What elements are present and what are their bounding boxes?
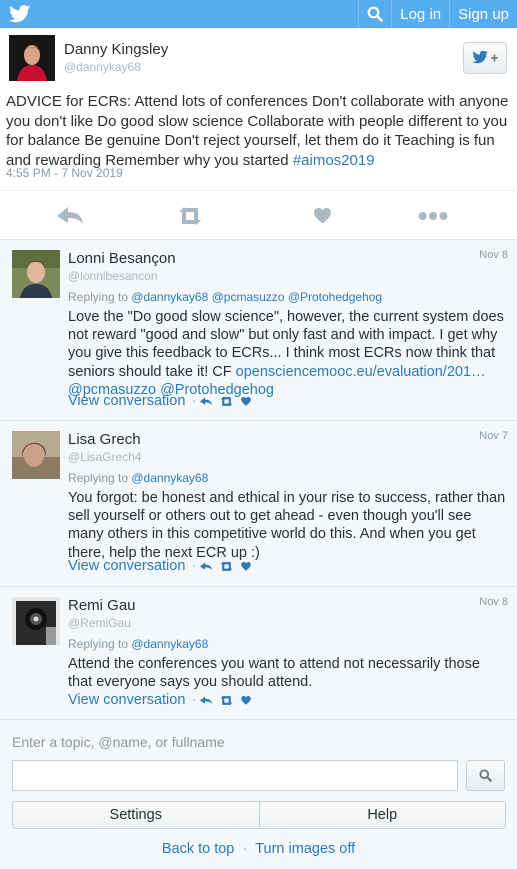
retweet-mini-icon[interactable] — [220, 396, 233, 407]
reply-mini-icon[interactable] — [200, 396, 213, 406]
reply-avatar[interactable] — [12, 250, 60, 298]
view-conversation-link[interactable]: View conversation — [68, 692, 185, 708]
back-to-top-link[interactable]: Back to top — [162, 841, 235, 857]
reply-avatar[interactable] — [12, 431, 60, 479]
reply-author-name[interactable]: Lisa Grech — [68, 431, 141, 448]
follow-button[interactable] — [463, 42, 507, 74]
search-input[interactable] — [12, 760, 458, 791]
replying-to: Replying to @dannykay68 — [68, 637, 208, 651]
retweet-icon[interactable] — [178, 205, 202, 227]
footer-separator: · — [242, 841, 248, 857]
reply-mentions[interactable]: @dannykay68 @pcmasuzzo @Protohedgehog — [131, 290, 382, 304]
reply-avatar[interactable] — [12, 597, 60, 645]
reply-author-name[interactable]: Remi Gau — [68, 597, 136, 614]
reply-text: Love the "Do good slow science", however… — [68, 308, 508, 399]
replying-to: Replying to @dannykay68 @pcmasuzzo @Prot… — [68, 290, 382, 304]
like-mini-icon[interactable] — [241, 695, 252, 705]
replying-prefix: Replying to — [68, 471, 132, 485]
retweet-mini-icon[interactable] — [220, 561, 233, 572]
settings-help-bar: Settings Help — [12, 801, 506, 829]
search-button[interactable] — [466, 760, 505, 791]
settings-button[interactable]: Settings — [13, 802, 259, 828]
tweet-text: ADVICE for ECRs: Attend lots of conferen… — [6, 92, 511, 170]
author-name[interactable]: Danny Kingsley — [64, 41, 168, 58]
reply-item: Lisa Grech @LisaGrech4 Nov 7 Replying to… — [0, 421, 517, 587]
view-conversation-link[interactable]: View conversation — [68, 393, 185, 409]
reply-author-handle[interactable]: @LisaGrech4 — [68, 450, 142, 464]
reply-date[interactable]: Nov 8 — [479, 596, 508, 608]
login-link[interactable]: Log in — [391, 0, 449, 28]
replying-to: Replying to @dannykay68 — [68, 471, 208, 485]
top-navigation-bar: Log in Sign up — [0, 0, 517, 28]
like-mini-icon[interactable] — [241, 396, 252, 406]
more-icon[interactable] — [418, 205, 448, 227]
reply-date[interactable]: Nov 8 — [479, 249, 508, 261]
author-avatar[interactable] — [9, 35, 55, 81]
reply-url-link[interactable]: opensciencemooc.eu/evaluation/201… — [236, 364, 486, 380]
author-handle[interactable]: @dannykay68 — [64, 60, 141, 74]
reply-footer: View conversation · — [68, 558, 259, 574]
reply-mentions[interactable]: @dannykay68 — [131, 637, 208, 651]
reply-text: Attend the conferences you want to atten… — [68, 656, 480, 691]
reply-mini-icon[interactable] — [200, 695, 213, 705]
reply-footer: View conversation · — [68, 692, 259, 708]
turn-images-off-link[interactable]: Turn images off — [255, 841, 355, 857]
reply-text: You forgot: be honest and ethical in you… — [68, 490, 506, 561]
help-button[interactable]: Help — [258, 802, 506, 828]
tweet-actions — [0, 190, 517, 240]
reply-item: Lonni Besançon @lonnibesancon Nov 8 Repl… — [0, 240, 517, 421]
tweet-body: ADVICE for ECRs: Attend lots of conferen… — [6, 93, 509, 169]
reply-item: Remi Gau @RemiGau Nov 8 Replying to @dan… — [0, 587, 517, 720]
search-panel: Enter a topic, @name, or fullname Settin… — [0, 720, 517, 869]
follow-bird-plus-icon — [472, 50, 498, 64]
reply-author-handle[interactable]: @RemiGau — [68, 616, 131, 630]
like-mini-icon[interactable] — [241, 561, 252, 571]
reply-mini-icon[interactable] — [200, 561, 213, 571]
footer-links: Back to top · Turn images off — [0, 841, 517, 857]
reply-date[interactable]: Nov 7 — [479, 430, 508, 442]
like-icon[interactable] — [314, 205, 331, 227]
reply-footer: View conversation · — [68, 393, 259, 409]
main-tweet: Danny Kingsley @dannykay68 ADVICE for EC… — [0, 28, 517, 240]
footer-dot: · — [191, 692, 197, 708]
replying-prefix: Replying to — [68, 637, 132, 651]
signup-link[interactable]: Sign up — [449, 0, 517, 28]
footer-dot: · — [191, 393, 197, 409]
twitter-bird-icon[interactable] — [9, 5, 31, 23]
search-icon[interactable] — [358, 0, 391, 28]
reply-author-name[interactable]: Lonni Besançon — [68, 250, 176, 267]
retweet-mini-icon[interactable] — [220, 695, 233, 706]
view-conversation-link[interactable]: View conversation — [68, 558, 185, 574]
reply-author-handle[interactable]: @lonnibesancon — [68, 269, 158, 283]
search-icon — [479, 769, 492, 782]
replying-prefix: Replying to — [68, 290, 132, 304]
tweet-timestamp[interactable]: 4:55 PM - 7 Nov 2019 — [6, 166, 123, 180]
footer-dot: · — [191, 558, 197, 574]
search-label: Enter a topic, @name, or fullname — [12, 734, 225, 750]
reply-icon[interactable] — [57, 205, 83, 227]
hashtag-link[interactable]: #aimos2019 — [293, 152, 375, 169]
reply-mentions[interactable]: @dannykay68 — [131, 471, 208, 485]
